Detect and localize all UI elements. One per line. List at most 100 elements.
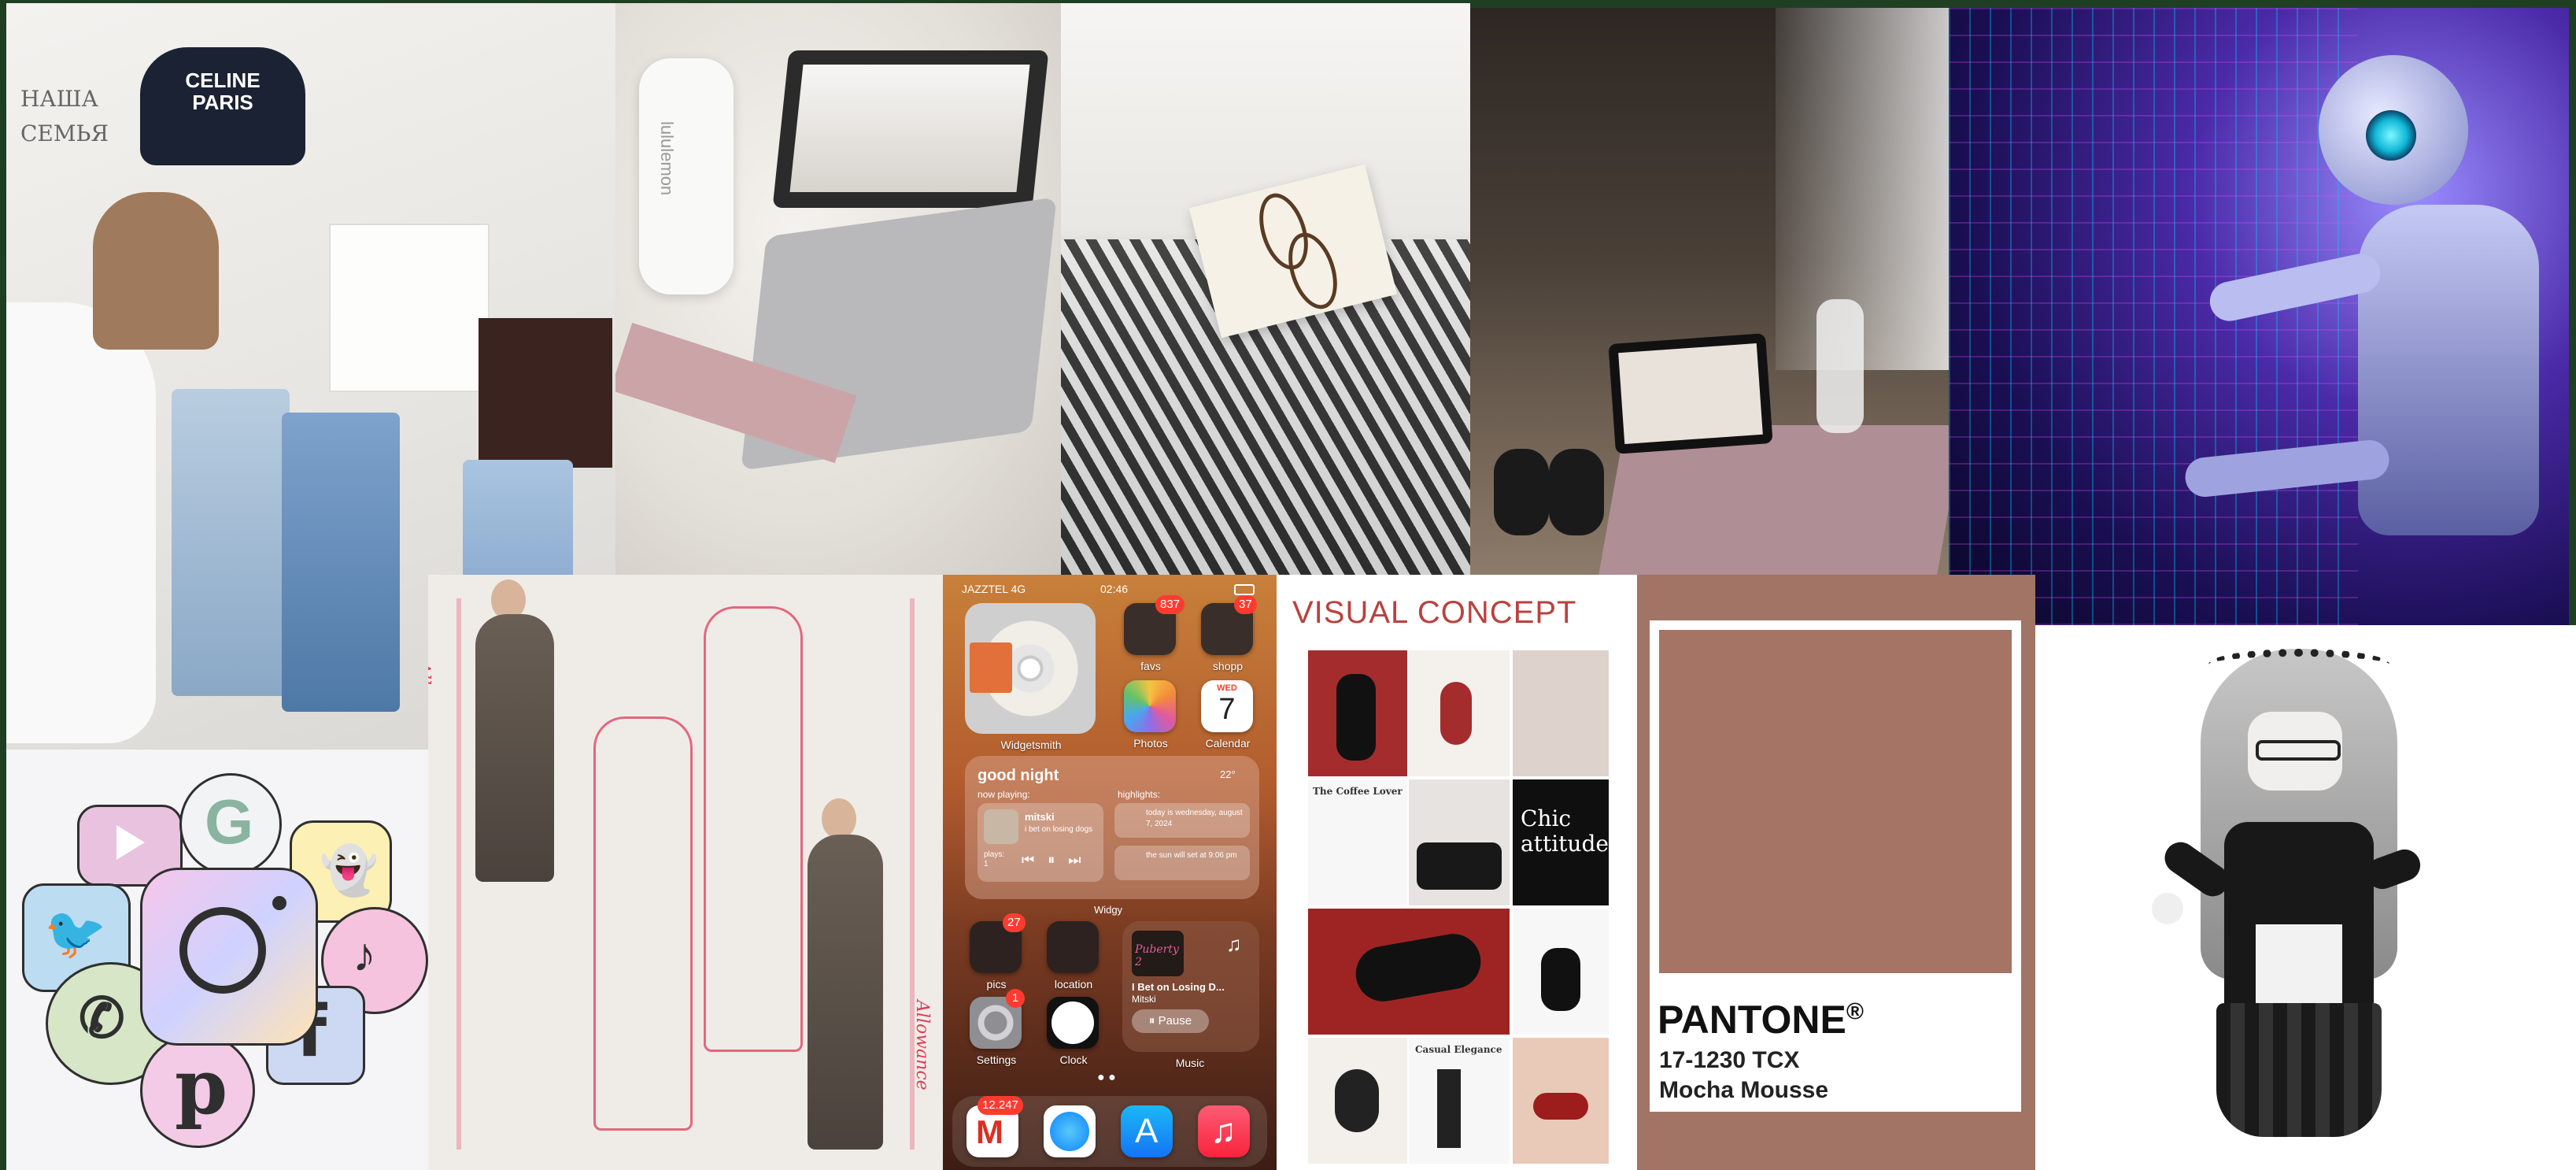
- tile-coffee-lover: The Coffee Lover: [1308, 779, 1407, 905]
- highlight-date: today is wednesday, august 7, 2024: [1146, 809, 1243, 828]
- app-label: favs: [1140, 660, 1161, 672]
- crouching-model: [1541, 948, 1580, 1011]
- music-note-icon: ♫: [1226, 932, 1242, 956]
- avatar-hand: [2152, 893, 2183, 924]
- lounging-model: [1351, 929, 1485, 1006]
- bird-icon: 🐦: [44, 905, 107, 961]
- carrier-label: JAZZTEL 4G: [962, 583, 1026, 595]
- flower-sketch: [1335, 1069, 1379, 1132]
- camera-dot-icon: [272, 896, 286, 910]
- app-label: shopp: [1212, 660, 1244, 672]
- badge: 12.247: [978, 1096, 1023, 1115]
- clock-icon[interactable]: [1047, 997, 1099, 1049]
- brown-book: [479, 318, 612, 468]
- handwritten-note: НАША СЕМЬЯ: [20, 86, 109, 146]
- now-playing-label: now playing:: [978, 789, 1030, 800]
- paper-doll-figure: [93, 192, 219, 350]
- chic-text: Chic attitude: [1521, 805, 1609, 857]
- album-art: Puberty 2: [1132, 931, 1184, 976]
- pantone-brand: PANTONE: [1658, 998, 1846, 1042]
- model-silhouette: [1336, 674, 1376, 761]
- tile-accessories: [1513, 650, 1609, 776]
- phone-icon: ✆: [79, 987, 125, 1049]
- hoodie-print: CELINE PARIS: [185, 68, 261, 114]
- badge: 37: [1234, 595, 1257, 614]
- photos-icon[interactable]: [1124, 680, 1176, 732]
- avatar-skirt: [2216, 1003, 2382, 1137]
- sketch-figure: [704, 606, 803, 1052]
- ghost-icon: 👻: [320, 844, 379, 897]
- song-title: mitski: [1025, 811, 1055, 823]
- avatar-glasses: [2256, 740, 2341, 761]
- music-app-icon[interactable]: ♫: [1198, 1105, 1250, 1157]
- battery-icon: [1234, 584, 1255, 595]
- pantone-card: PANTONE® 17-1230 TCX Mocha Mousse: [1637, 575, 2035, 1170]
- app-store-icon[interactable]: A: [1121, 1105, 1173, 1157]
- app-label: Calendar: [1205, 737, 1251, 750]
- black-sofa: [1417, 842, 1502, 890]
- fashion-sketch-photo: Allowance Allowance: [428, 575, 943, 1170]
- red-lips: [1533, 1093, 1588, 1120]
- social-icons-collage: G 👻 🐦 ♪ ✆ f p: [6, 750, 447, 1170]
- pantone-color-name: Mocha Mousse: [1659, 1077, 1829, 1103]
- tile-flower: [1308, 1038, 1407, 1164]
- iphone-homescreen: JAZZTEL 4G 02:46 Widgetsmith 837 favs 37…: [943, 575, 1277, 1170]
- tile-script: [1409, 650, 1510, 776]
- water-bottle: [639, 58, 734, 294]
- m-letter-icon: M: [976, 1113, 1003, 1150]
- sketch-panel: Allowance Allowance: [428, 575, 943, 1170]
- app-label: Clock: [1059, 1053, 1088, 1066]
- plays-count: plays: 1: [984, 850, 1005, 868]
- album-title: Puberty 2: [1135, 943, 1179, 968]
- water-bottle: [1817, 299, 1864, 433]
- tile-red-lounge: [1308, 909, 1510, 1035]
- app-label: Settings: [976, 1053, 1017, 1066]
- app-label: Widgetsmith: [1000, 739, 1062, 751]
- coffee-lover-label: The Coffee Lover: [1313, 786, 1403, 797]
- light-jeans-cutout: [172, 389, 290, 696]
- song-subtitle: i bet on losing dogs: [1025, 825, 1093, 834]
- pause-button[interactable]: ⏸ Pause: [1132, 1009, 1209, 1033]
- album-art: [984, 809, 1018, 844]
- note-icon: ♪: [353, 928, 376, 981]
- avatar-headband: [2208, 649, 2389, 680]
- pantone-code: 17-1230 TCX: [1659, 1047, 1800, 1073]
- highlight-sunset: the sun will set at 9:06 pm: [1146, 851, 1237, 860]
- tile-sofa: [1409, 779, 1510, 905]
- safari-icon[interactable]: [1044, 1105, 1096, 1157]
- app-label: location: [1054, 978, 1093, 990]
- tile-crouch: [1513, 909, 1609, 1035]
- tile-casual-elegance: Casual Elegance: [1409, 1038, 1510, 1164]
- badge: 27: [1003, 913, 1026, 932]
- home-workout-photo: [1470, 8, 1949, 575]
- pause-label: Pause: [1158, 1014, 1192, 1027]
- trousers-flatlay: [1437, 1069, 1461, 1148]
- model-head: [822, 798, 856, 839]
- side-text: Allowance: [428, 661, 433, 752]
- ai-robot-photo: [1949, 8, 2569, 625]
- sticky-note-icon: [970, 642, 1012, 693]
- color-swatch: [1659, 630, 2012, 973]
- book-on-bed-photo: [1061, 3, 1470, 575]
- walking-model: [475, 614, 554, 882]
- calendar-icon[interactable]: WED 7: [1201, 680, 1253, 732]
- page-dots[interactable]: ● ●: [1097, 1071, 1129, 1085]
- p-letter-icon: p: [175, 1042, 228, 1131]
- visual-concept-board: VISUAL CONCEPT The Coffee Lover Chic att…: [1277, 575, 1637, 1170]
- dumbbell: [1549, 449, 1604, 535]
- track-artist: Mitski: [1132, 994, 1156, 1005]
- a-glyph-icon: A: [1135, 1112, 1159, 1150]
- robot-body: [2358, 205, 2539, 535]
- widget-greeting: good night: [978, 767, 1059, 784]
- white-shirt-cutout: [329, 224, 490, 392]
- measure-line: [456, 598, 461, 1150]
- folder-location[interactable]: [1047, 921, 1099, 973]
- app-label: Music: [1175, 1057, 1205, 1069]
- tile-chic: Chic attitude: [1513, 779, 1609, 905]
- robot-eye: [2366, 110, 2416, 161]
- clock-face: [1051, 1002, 1094, 1044]
- playback-controls[interactable]: ⏮ ⏸ ⏭: [1022, 852, 1085, 868]
- play-icon: [116, 825, 145, 860]
- registered-mark: ®: [1846, 998, 1864, 1025]
- sketch-figure: [593, 716, 693, 1131]
